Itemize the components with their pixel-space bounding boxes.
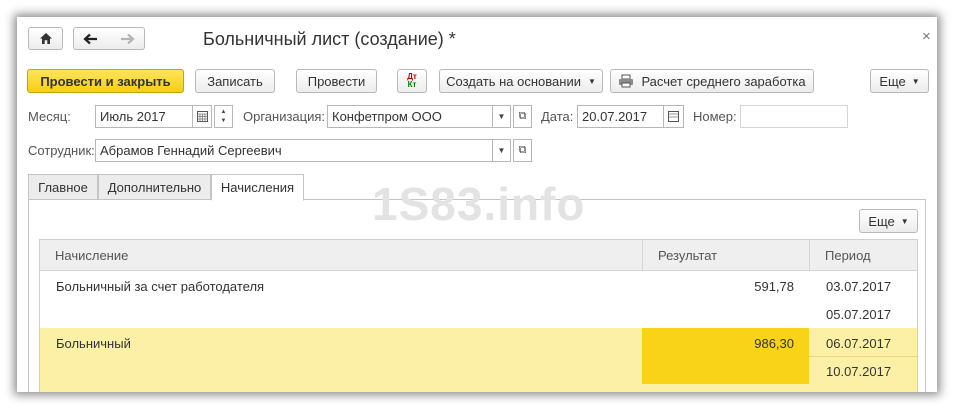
dtkt-icon-bottom: Кт xyxy=(407,80,417,89)
accruals-table: Начисление Результат Период Больничный з… xyxy=(39,239,918,392)
stepper-up-icon[interactable]: ▲ xyxy=(221,108,227,117)
home-icon xyxy=(39,33,52,44)
period-from: 06.07.2017 xyxy=(826,336,892,351)
more-label: Еще xyxy=(879,73,906,89)
printer-icon xyxy=(619,74,634,88)
date-label: Дата: xyxy=(541,109,574,124)
window-title: Больничный лист (создание) * xyxy=(203,29,456,49)
calendar-button[interactable] xyxy=(192,105,212,128)
dtkt-button[interactable]: Дт Кт xyxy=(397,69,427,93)
organization-field[interactable]: Конфетпром ООО xyxy=(327,105,493,128)
dropdown-arrow-icon: ▼ xyxy=(497,112,506,121)
month-label: Месяц: xyxy=(28,109,71,124)
employee-field[interactable]: Абрамов Геннадий Сергеевич xyxy=(95,139,493,162)
calendar-icon xyxy=(668,111,679,122)
open-link-icon: ⧉ xyxy=(518,144,527,156)
organization-label: Организация: xyxy=(243,109,326,124)
calendar-icon xyxy=(196,111,208,122)
tab-additional[interactable]: Дополнительно xyxy=(98,174,211,200)
accrual-result: 591,78 xyxy=(754,279,794,294)
month-stepper[interactable]: ▲ ▼ xyxy=(214,105,233,128)
accrual-name: Больничный xyxy=(56,336,131,351)
average-earnings-button[interactable]: Расчет среднего заработка xyxy=(610,69,814,93)
nav-group xyxy=(73,27,145,50)
save-button[interactable]: Записать xyxy=(195,69,275,93)
watermark: 1S83.info xyxy=(372,178,586,230)
create-based-on-label: Создать на основании xyxy=(446,73,581,89)
accruals-more-label: Еще xyxy=(868,213,895,229)
organization-open-button[interactable]: ⧉ xyxy=(513,105,532,128)
period-to: 10.07.2017 xyxy=(826,364,892,379)
tab-accruals[interactable]: Начисления xyxy=(211,174,304,201)
organization-dropdown-button[interactable]: ▼ xyxy=(492,105,511,128)
header-period[interactable]: Период xyxy=(809,240,917,271)
accruals-more-button[interactable]: Еще ▼ xyxy=(859,209,918,233)
employee-dropdown-button[interactable]: ▼ xyxy=(492,139,511,162)
open-link-icon: ⧉ xyxy=(518,110,527,122)
document-window: Больничный лист (создание) * × Провести … xyxy=(17,17,937,392)
header-accrual[interactable]: Начисление xyxy=(40,240,642,271)
employee-open-button[interactable]: ⧉ xyxy=(513,139,532,162)
create-based-on-button[interactable]: Создать на основании ▼ xyxy=(439,69,603,93)
period-divider xyxy=(809,356,917,357)
post-and-close-button[interactable]: Провести и закрыть xyxy=(27,69,184,93)
table-row[interactable]: Больничный за счет работодателя 591,78 0… xyxy=(40,271,917,328)
home-button[interactable] xyxy=(28,27,63,50)
dropdown-arrow-icon: ▼ xyxy=(900,216,909,226)
dropdown-arrow-icon: ▼ xyxy=(497,146,506,155)
dropdown-arrow-icon: ▼ xyxy=(911,76,920,86)
post-button[interactable]: Провести xyxy=(296,69,377,93)
date-field[interactable]: 20.07.2017 xyxy=(577,105,664,128)
table-row-selected[interactable]: Больничный 986,30 06.07.2017 10.07.2017 xyxy=(40,328,917,392)
accrual-result: 986,30 xyxy=(754,336,794,351)
number-label: Номер: xyxy=(693,109,737,124)
employee-label: Сотрудник: xyxy=(28,143,95,158)
date-calendar-button[interactable] xyxy=(663,105,684,128)
period-from: 03.07.2017 xyxy=(826,279,892,294)
more-button[interactable]: Еще ▼ xyxy=(870,69,929,93)
accrual-name: Больничный за счет работодателя xyxy=(56,279,265,294)
period-to: 05.07.2017 xyxy=(826,307,892,322)
forward-arrow-icon[interactable] xyxy=(120,33,135,45)
average-earnings-label: Расчет среднего заработка xyxy=(641,73,806,89)
header-result[interactable]: Результат xyxy=(642,240,809,271)
number-field[interactable] xyxy=(740,105,848,128)
close-icon[interactable]: × xyxy=(922,28,931,45)
stepper-down-icon[interactable]: ▼ xyxy=(221,117,227,126)
tab-main[interactable]: Главное xyxy=(28,174,98,200)
back-arrow-icon[interactable] xyxy=(83,33,98,45)
month-field[interactable]: Июль 2017 xyxy=(95,105,193,128)
dropdown-arrow-icon: ▼ xyxy=(587,76,596,86)
